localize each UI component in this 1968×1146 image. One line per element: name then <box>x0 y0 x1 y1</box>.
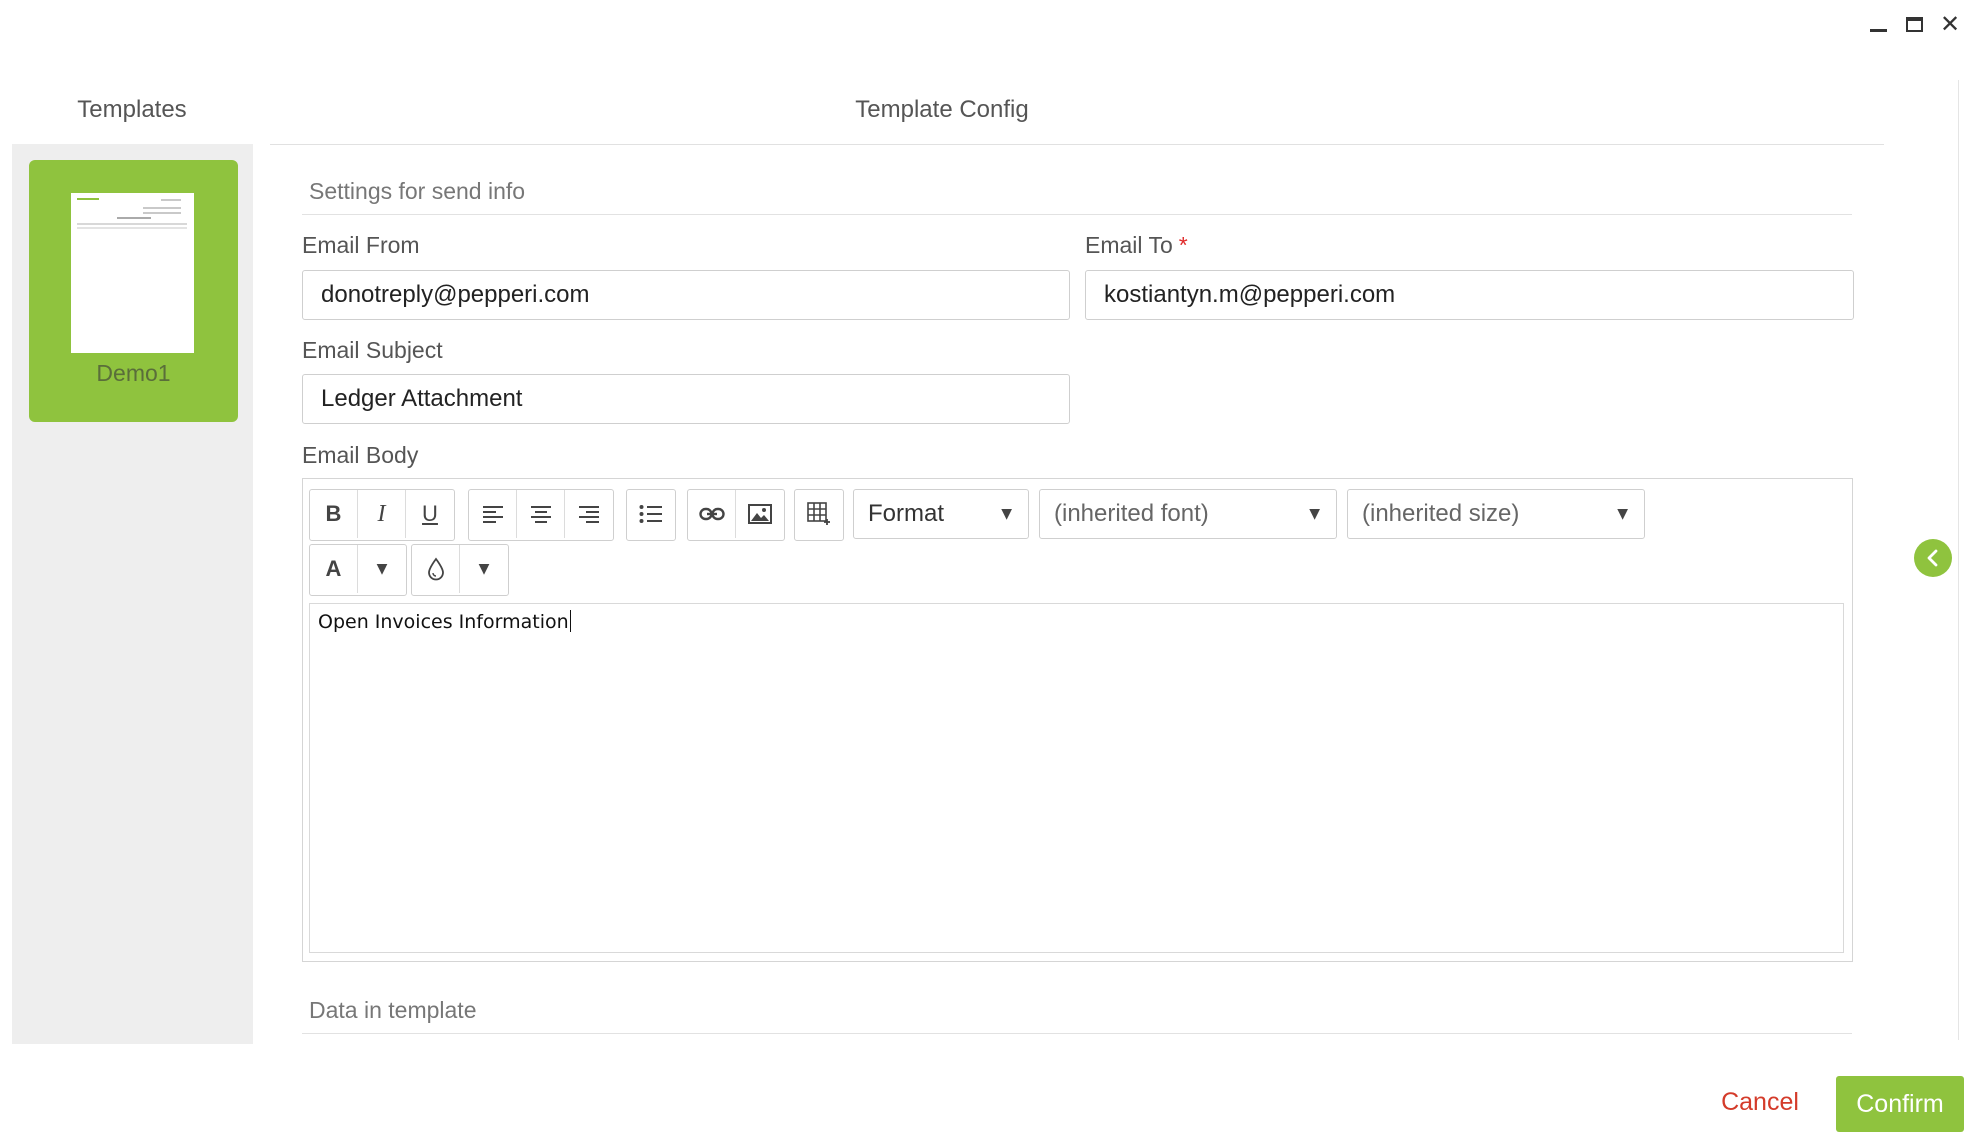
template-thumbnail <box>71 193 194 353</box>
alignment-group <box>468 489 614 541</box>
size-select[interactable]: (inherited size) ▼ <box>1347 489 1645 539</box>
side-panel-divider <box>1958 80 1959 1040</box>
droplet-icon <box>427 557 444 581</box>
send-info-section-title: Settings for send info <box>309 178 526 204</box>
chevron-down-icon: ▼ <box>376 561 388 577</box>
background-color-dropdown[interactable]: ▼ <box>460 545 508 593</box>
align-right-icon <box>579 506 599 523</box>
email-from-label: Email From <box>302 232 420 258</box>
email-body-label: Email Body <box>302 442 419 468</box>
minimize-icon <box>1869 28 1887 32</box>
header-divider <box>270 144 1884 145</box>
align-left-button[interactable] <box>469 490 517 538</box>
underline-button[interactable]: U <box>406 490 454 538</box>
email-from-input[interactable] <box>302 270 1070 320</box>
format-select-value: Format <box>868 500 945 527</box>
align-center-button[interactable] <box>517 490 565 538</box>
background-color-group: ▼ <box>411 544 509 596</box>
close-button[interactable]: ✕ <box>1936 10 1964 38</box>
data-section-divider <box>302 1033 1852 1034</box>
text-color-dropdown[interactable]: ▼ <box>358 545 406 593</box>
maximize-button[interactable] <box>1900 10 1928 38</box>
maximize-icon <box>1905 16 1923 32</box>
insert-group <box>687 489 785 541</box>
image-button[interactable] <box>736 490 784 538</box>
chevron-down-icon: ▼ <box>1309 506 1320 522</box>
italic-button[interactable]: I <box>358 490 406 538</box>
close-icon: ✕ <box>1939 10 1961 38</box>
align-center-icon <box>530 506 551 523</box>
chevron-down-icon: ▼ <box>1001 506 1012 522</box>
data-section-title: Data in template <box>309 997 477 1023</box>
templates-title: Templates <box>77 96 187 123</box>
email-to-label-text: Email To <box>1085 232 1173 258</box>
link-button[interactable] <box>688 490 736 538</box>
align-left-icon <box>482 506 503 523</box>
email-to-label: Email To * <box>1085 232 1188 259</box>
chevron-down-icon: ▼ <box>478 561 490 577</box>
email-subject-input[interactable] <box>302 374 1070 424</box>
config-title: Template Config <box>855 96 1029 123</box>
expand-side-panel-button[interactable] <box>1914 539 1952 577</box>
email-body-text: Open Invoices Information <box>318 611 569 633</box>
text-cursor <box>569 610 571 632</box>
bullet-list-button[interactable] <box>627 490 675 538</box>
align-right-button[interactable] <box>565 490 613 538</box>
size-select-value: (inherited size) <box>1362 500 1520 527</box>
template-card-demo1[interactable]: Demo1 <box>29 160 238 422</box>
confirm-button[interactable]: Confirm <box>1836 1076 1964 1132</box>
text-style-group: B I U <box>309 489 455 541</box>
template-name: Demo1 <box>96 360 171 386</box>
email-body-editor: B I U Format ▼ (inherited font) ▼ (inher… <box>302 478 1853 962</box>
text-color-button[interactable]: A <box>310 545 358 593</box>
email-body-content[interactable]: Open Invoices Information <box>309 603 1844 953</box>
chevron-left-icon <box>1927 549 1938 567</box>
link-icon <box>698 507 725 521</box>
image-icon <box>748 504 772 524</box>
bullet-list-icon <box>639 505 662 523</box>
send-info-divider <box>302 214 1852 215</box>
minimize-button[interactable] <box>1864 10 1892 38</box>
required-marker: * <box>1178 232 1188 258</box>
font-select[interactable]: (inherited font) ▼ <box>1039 489 1337 539</box>
bold-button[interactable]: B <box>310 490 358 538</box>
format-select[interactable]: Format ▼ <box>853 489 1029 539</box>
cancel-button[interactable]: Cancel <box>1710 1074 1810 1130</box>
chevron-down-icon: ▼ <box>1617 506 1628 522</box>
email-to-input[interactable] <box>1085 270 1854 320</box>
background-color-button[interactable] <box>412 545 460 593</box>
table-button[interactable] <box>795 490 843 538</box>
email-subject-label: Email Subject <box>302 337 443 363</box>
font-select-value: (inherited font) <box>1054 500 1209 527</box>
table-icon <box>807 502 830 525</box>
table-group <box>794 489 844 541</box>
text-color-group: A ▼ <box>309 544 407 596</box>
list-group <box>626 489 676 541</box>
